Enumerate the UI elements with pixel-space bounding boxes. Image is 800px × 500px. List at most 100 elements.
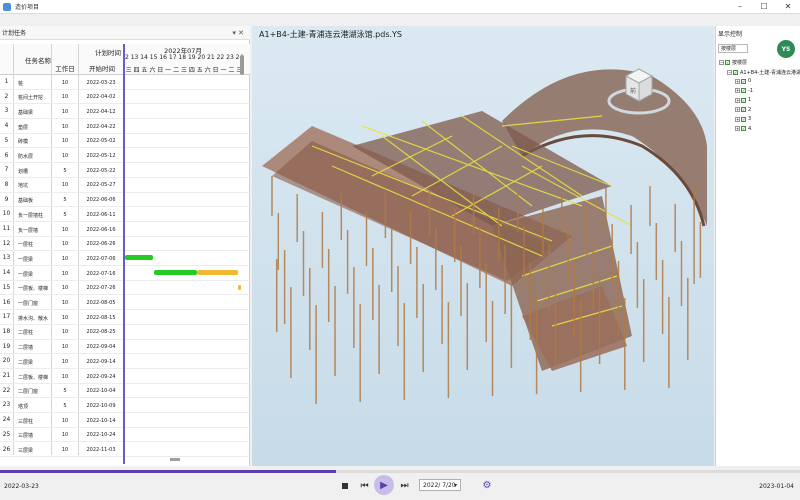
step-forward-button[interactable]: ⏭ bbox=[398, 479, 411, 492]
task-row[interactable]: 1 桩 10 2022-03-23 bbox=[0, 75, 250, 90]
checkbox[interactable]: ✓ bbox=[725, 60, 730, 65]
task-row[interactable]: 26 三层梁 10 2022-11-03 bbox=[0, 443, 250, 458]
task-duration: 10 bbox=[61, 138, 69, 145]
task-row[interactable]: 20 二层梁 10 2022-09-14 bbox=[0, 354, 250, 369]
task-row[interactable]: 18 二层柱 10 2022-08-25 bbox=[0, 325, 250, 340]
gantt-bar-done[interactable] bbox=[125, 255, 153, 260]
task-row[interactable]: 11 负一层墙 10 2022-06-16 bbox=[0, 222, 250, 237]
tree-item[interactable]: − ✓ 按楼层 bbox=[719, 59, 747, 66]
expand-icon[interactable]: + bbox=[735, 116, 740, 122]
task-row[interactable]: 25 三层墙 10 2022-10-24 bbox=[0, 428, 250, 443]
expand-icon[interactable]: + bbox=[735, 78, 740, 84]
checkbox[interactable]: ✓ bbox=[741, 116, 746, 122]
checkbox[interactable]: ✓ bbox=[741, 88, 746, 93]
task-start-date: 2022-05-27 bbox=[86, 182, 116, 189]
row-number: 5 bbox=[4, 137, 9, 144]
checkbox[interactable]: ✓ bbox=[733, 69, 738, 75]
checkbox[interactable]: ✓ bbox=[741, 78, 746, 84]
task-row[interactable]: 12 一层柱 10 2022-06-26 bbox=[0, 237, 250, 252]
close-button[interactable]: ✕ bbox=[776, 0, 800, 13]
task-row[interactable]: 10 负一层墙柱 5 2022-06-11 bbox=[0, 207, 250, 222]
tree-item[interactable]: + ✓ 4 bbox=[735, 126, 751, 132]
row-number: 10 bbox=[2, 211, 11, 218]
gantt-scrollbar[interactable] bbox=[170, 458, 180, 461]
task-row[interactable]: 4 垫层 10 2022-04-22 bbox=[0, 119, 250, 134]
task-row[interactable]: 2 桩间土开挖 10 2022-04-02 bbox=[0, 90, 250, 105]
gantt-splitter[interactable] bbox=[123, 44, 125, 464]
tree-item[interactable]: −✓A1+B4-土建-青浦连云港湖泳馆 bbox=[727, 69, 800, 76]
task-row[interactable]: 16 一层门窗 10 2022-08-05 bbox=[0, 296, 250, 311]
task-duration: 5 bbox=[63, 197, 67, 204]
task-row[interactable]: 3 基础梁 10 2022-04-12 bbox=[0, 104, 250, 120]
tree-item[interactable]: + ✓ 0 bbox=[735, 78, 751, 84]
play-button[interactable]: ▶ bbox=[374, 475, 394, 495]
tree-item[interactable]: + ✓ 3 bbox=[735, 116, 751, 122]
tree-item-label: 按楼层 bbox=[732, 60, 748, 66]
grouping-select[interactable]: 按楼层 bbox=[718, 44, 748, 53]
task-duration: 10 bbox=[61, 373, 69, 380]
task-duration: 10 bbox=[61, 79, 69, 86]
expand-icon[interactable]: + bbox=[735, 97, 740, 103]
task-duration: 10 bbox=[61, 344, 69, 351]
view-cube-face: 前 bbox=[630, 87, 636, 95]
row-number: 4 bbox=[4, 123, 9, 130]
pin-icon[interactable]: ▾ ✕ bbox=[232, 29, 244, 37]
current-date: 2022/ 7/20 bbox=[423, 482, 456, 489]
header-day-ticks: 2 13 14 15 16 17 18 19 20 21 22 23 24 25… bbox=[125, 54, 243, 61]
stop-button[interactable] bbox=[340, 481, 349, 490]
settings-gear-icon[interactable]: ⚙ bbox=[481, 479, 493, 491]
header-start-time[interactable]: 开始时间 bbox=[80, 63, 124, 73]
step-back-button[interactable]: ⏮ bbox=[358, 479, 371, 492]
maximize-button[interactable]: ☐ bbox=[752, 0, 776, 13]
tree-item-label: 4 bbox=[748, 125, 752, 132]
checkbox[interactable]: ✓ bbox=[741, 97, 746, 103]
current-date-picker[interactable]: 2022/ 7/20 ▾ bbox=[419, 479, 461, 491]
row-number: 11 bbox=[2, 226, 11, 232]
chevron-down-icon: ▾ bbox=[453, 482, 457, 489]
task-start-date: 2022-09-04 bbox=[86, 344, 116, 351]
row-number: 9 bbox=[4, 196, 9, 203]
gantt-bar-todo[interactable] bbox=[197, 270, 238, 275]
task-start-date: 2022-04-12 bbox=[86, 108, 116, 115]
task-row[interactable]: 7 划槽 5 2022-05-22 bbox=[0, 163, 250, 178]
task-row[interactable]: 8 地坑 10 2022-05-27 bbox=[0, 178, 250, 193]
row-number: 23 bbox=[2, 402, 11, 409]
task-row[interactable]: 24 三层柱 10 2022-10-14 bbox=[0, 413, 250, 428]
task-row[interactable]: 21 二层板、楼梯 10 2022-09-24 bbox=[0, 369, 250, 384]
task-duration: 10 bbox=[61, 329, 69, 336]
expand-icon[interactable]: + bbox=[735, 107, 740, 112]
task-row[interactable]: 22 二层门窗 5 2022-10-04 bbox=[0, 384, 250, 399]
task-row[interactable]: 9 基础板 5 2022-06-06 bbox=[0, 193, 250, 208]
view-cube[interactable]: 前 bbox=[604, 56, 674, 128]
header-duration[interactable]: 工作日 bbox=[52, 63, 78, 73]
tree-item-label: 3 bbox=[748, 116, 752, 122]
task-duration: 10 bbox=[61, 94, 69, 101]
task-row[interactable]: 15 一层板、楼梯 10 2022-07-26 bbox=[0, 281, 250, 296]
task-row[interactable]: 23 塔顶 5 2022-10-09 bbox=[0, 398, 250, 414]
task-scrollbar[interactable] bbox=[240, 55, 244, 75]
task-start-date: 2022-05-02 bbox=[86, 138, 116, 145]
timeline-track[interactable] bbox=[0, 470, 800, 473]
timeline-end-date: 2023-01-04 bbox=[759, 483, 794, 490]
expand-icon[interactable]: − bbox=[719, 60, 724, 65]
task-row[interactable]: 19 二层墙 10 2022-09-04 bbox=[0, 340, 250, 355]
task-row[interactable]: 17 排水沟、散水 10 2022-08-15 bbox=[0, 310, 250, 325]
tree-item[interactable]: + ✓ 1 bbox=[735, 97, 751, 103]
task-duration: 10 bbox=[61, 108, 69, 115]
tree-item[interactable]: + ✓ -1 bbox=[735, 88, 753, 94]
gantt-bar-todo[interactable] bbox=[238, 285, 241, 290]
task-start-date: 2022-05-22 bbox=[86, 167, 116, 174]
task-start-date: 2022-04-22 bbox=[86, 123, 116, 130]
checkbox[interactable]: ✓ bbox=[741, 126, 746, 131]
task-duration: 10 bbox=[61, 314, 69, 321]
expand-icon[interactable]: + bbox=[735, 88, 740, 93]
checkbox[interactable]: ✓ bbox=[741, 107, 746, 112]
minimize-button[interactable]: – bbox=[728, 0, 752, 13]
tree-item[interactable]: + ✓ 2 bbox=[735, 107, 751, 113]
expand-icon[interactable]: − bbox=[727, 69, 732, 75]
task-row[interactable]: 5 砖模 10 2022-05-02 bbox=[0, 134, 250, 149]
gantt-bar-done[interactable] bbox=[154, 270, 197, 275]
model-viewport[interactable]: A1+B4-土建-青浦连云港湖泳馆.pds.YS 前 bbox=[252, 26, 714, 466]
expand-icon[interactable]: + bbox=[735, 126, 740, 131]
task-row[interactable]: 6 防水层 10 2022-05-12 bbox=[0, 149, 250, 164]
